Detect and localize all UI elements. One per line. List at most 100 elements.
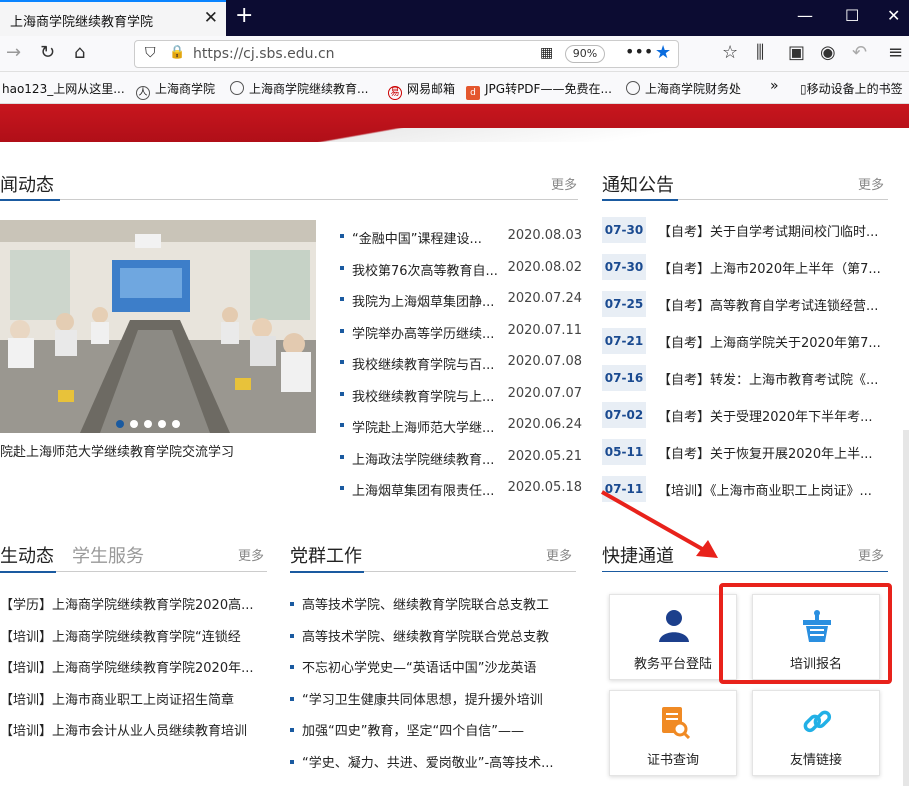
party-item-title[interactable]: 高等技术学院、继续教育学院联合党总支教 bbox=[302, 630, 549, 645]
pocket-icon[interactable]: ☆ bbox=[722, 42, 738, 63]
party-item[interactable]: 高等技术学院、继续教育学院联合总支教工 bbox=[290, 594, 560, 614]
bookmark-sbs[interactable]: 人上海商学院 bbox=[136, 80, 215, 100]
news-item-title[interactable]: 学院赴上海师范大学继... bbox=[352, 417, 502, 436]
bookmark-finance[interactable]: 上海商学院财务处 bbox=[626, 80, 741, 97]
news-item[interactable]: “金融中国”课程建设... 2020.08.03 bbox=[340, 228, 582, 248]
quick-more-link[interactable]: 更多 bbox=[858, 545, 884, 564]
news-item[interactable]: 上海烟草集团有限责任... 2020.05.18 bbox=[340, 480, 582, 500]
party-item[interactable]: 高等技术学院、继续教育学院联合党总支教 bbox=[290, 626, 560, 646]
news-item-title[interactable]: 我院为上海烟草集团静... bbox=[352, 291, 502, 310]
close-window-icon[interactable]: ✕ bbox=[887, 6, 900, 25]
party-item-title[interactable]: “学史、凝力、共进、爱岗敬业”-高等技术... bbox=[302, 756, 554, 771]
account-icon[interactable]: ◉ bbox=[820, 42, 836, 63]
news-item[interactable]: 学院赴上海师范大学继... 2020.06.24 bbox=[340, 417, 582, 437]
news-item[interactable]: 我院为上海烟草集团静... 2020.07.24 bbox=[340, 291, 582, 311]
undo-icon[interactable]: ↶ bbox=[852, 42, 867, 63]
news-item-title[interactable]: 上海政法学院继续教育... bbox=[352, 449, 502, 468]
library-icon[interactable]: ⫼ bbox=[756, 42, 764, 63]
notice-more-link[interactable]: 更多 bbox=[858, 174, 884, 193]
shield-icon[interactable]: ⛉ bbox=[145, 45, 156, 61]
bookmark-hao123[interactable]: hao123_上网从这里... bbox=[2, 80, 125, 97]
party-item-title[interactable]: “学习卫生健康共同体思想，提升援外培训 bbox=[302, 693, 543, 708]
bullet bbox=[290, 665, 294, 669]
party-item-title[interactable]: 高等技术学院、继续教育学院联合总支教工 bbox=[302, 598, 549, 613]
qr-icon[interactable]: ▦ bbox=[540, 45, 553, 61]
news-item[interactable]: 我校第76次高等教育自... 2020.08.02 bbox=[340, 260, 582, 280]
url-text[interactable]: https://cj.sbs.edu.cn bbox=[193, 46, 335, 62]
bookmark-jpg2pdf[interactable]: d JPG转PDF——免费在... bbox=[466, 80, 612, 100]
party-item[interactable]: “学习卫生健康共同体思想，提升援外培训 bbox=[290, 689, 560, 709]
student-item[interactable]: 【培训】上海市会计从业人员继续教育培训 bbox=[0, 720, 258, 740]
notice-item[interactable]: 07-30 【自考】上海市2020年上半年（第7... bbox=[602, 254, 892, 280]
news-item-title[interactable]: 我校第76次高等教育自... bbox=[352, 260, 502, 279]
news-item-title[interactable]: 学院举办高等学历继续... bbox=[352, 323, 502, 342]
party-item[interactable]: “学史、凝力、共进、爱岗敬业”-高等技术... bbox=[290, 752, 560, 772]
chevron-more-icon[interactable]: » bbox=[770, 78, 779, 94]
notice-item-title[interactable]: 【自考】关于自学考试期间校门临时... bbox=[658, 221, 886, 240]
party-item-title[interactable]: 不忘初心学党史—“英语话中国”沙龙英语 bbox=[302, 661, 536, 676]
news-item-title[interactable]: 我校继续教育学院与百... bbox=[352, 354, 502, 373]
party-item-title[interactable]: 加强“四史”教育，坚定“四个自信”—— bbox=[302, 724, 524, 739]
notice-item[interactable]: 07-30 【自考】关于自学考试期间校门临时... bbox=[602, 217, 892, 243]
news-item[interactable]: 我校继续教育学院与百... 2020.07.08 bbox=[340, 354, 582, 374]
news-item-title[interactable]: 我校继续教育学院与上... bbox=[352, 386, 502, 405]
notice-item-title[interactable]: 【自考】关于受理2020年下半年考... bbox=[658, 406, 886, 425]
close-tab-icon[interactable]: ✕ bbox=[204, 8, 218, 28]
divider-accent bbox=[0, 571, 56, 573]
page-actions-icon[interactable]: ••• bbox=[625, 42, 653, 61]
party-more-link[interactable]: 更多 bbox=[546, 545, 572, 564]
reload-icon[interactable]: ↻ bbox=[40, 42, 55, 63]
notice-item-title[interactable]: 【自考】转发：上海市教育考试院《... bbox=[658, 369, 886, 388]
student-item[interactable]: 【培训】上海商学院继续教育学院2020年... bbox=[0, 657, 258, 677]
news-more-link[interactable]: 更多 bbox=[551, 174, 577, 193]
menu-icon[interactable]: ≡ bbox=[888, 42, 903, 63]
news-item[interactable]: 学院举办高等学历继续... 2020.07.11 bbox=[340, 323, 582, 343]
notice-item-title[interactable]: 【自考】高等教育自学考试连锁经营... bbox=[658, 295, 886, 314]
notice-item[interactable]: 07-16 【自考】转发：上海市教育考试院《... bbox=[602, 365, 892, 391]
address-bar[interactable]: ⛉ 🔒 https://cj.sbs.edu.cn ▦ 90% ••• ★ bbox=[134, 40, 679, 68]
browser-tab[interactable]: 上海商学院继续教育学院 ✕ bbox=[0, 0, 226, 36]
party-item[interactable]: 加强“四史”教育，坚定“四个自信”—— bbox=[290, 720, 560, 740]
card-friendly-links[interactable]: 友情链接 bbox=[752, 690, 880, 776]
notice-item-title[interactable]: 【自考】上海市2020年上半年（第7... bbox=[658, 258, 886, 277]
student-item[interactable]: 【学历】上海商学院继续教育学院2020高... bbox=[0, 594, 258, 614]
forward-icon[interactable]: → bbox=[6, 42, 21, 63]
card-certificate-query[interactable]: 证书查询 bbox=[609, 690, 737, 776]
party-item[interactable]: 不忘初心学党史—“英语话中国”沙龙英语 bbox=[290, 657, 560, 677]
bookmark-163-mail[interactable]: 易网易邮箱 bbox=[388, 80, 455, 100]
maximize-icon[interactable]: ☐ bbox=[845, 6, 859, 25]
notice-item[interactable]: 07-02 【自考】关于受理2020年下半年考... bbox=[602, 402, 892, 428]
bookmark-sbs-cj[interactable]: 上海商学院继续教育... bbox=[230, 80, 368, 97]
news-item-title[interactable]: 上海烟草集团有限责任... bbox=[352, 480, 502, 499]
bullet bbox=[290, 728, 294, 732]
student-item[interactable]: 【培训】上海商学院继续教育学院“连锁经 bbox=[0, 626, 258, 646]
home-icon[interactable]: ⌂ bbox=[74, 42, 85, 63]
tab-student-services[interactable]: 学生服务 bbox=[72, 542, 144, 568]
notice-item[interactable]: 07-25 【自考】高等教育自学考试连锁经营... bbox=[602, 291, 892, 317]
zoom-level[interactable]: 90% bbox=[565, 45, 605, 63]
photo-caption[interactable]: 院赴上海师范大学继续教育学院交流学习 bbox=[0, 441, 234, 460]
meeting-room-image bbox=[0, 220, 316, 433]
notice-item[interactable]: 05-11 【自考】关于恢复开展2020年上半... bbox=[602, 439, 892, 465]
news-item[interactable]: 我校继续教育学院与上... 2020.07.07 bbox=[340, 386, 582, 406]
scrollbar[interactable] bbox=[903, 430, 909, 786]
bookmark-mobile[interactable]: ▯移动设备上的书签 bbox=[800, 80, 903, 97]
news-item-title[interactable]: “金融中国”课程建设... bbox=[352, 228, 502, 247]
news-item-date: 2020.07.07 bbox=[507, 385, 582, 401]
student-item[interactable]: 【培训】上海市商业职工上岗证招生简章 bbox=[0, 689, 258, 709]
student-more-link[interactable]: 更多 bbox=[238, 545, 264, 564]
news-photo[interactable] bbox=[0, 220, 316, 433]
card-academic-login[interactable]: 教务平台登陆 bbox=[609, 594, 737, 680]
bookmark-star-icon[interactable]: ★ bbox=[655, 42, 671, 63]
new-tab-icon[interactable]: + bbox=[235, 3, 253, 28]
bullet bbox=[340, 391, 344, 396]
notice-item-title[interactable]: 【自考】关于恢复开展2020年上半... bbox=[658, 443, 886, 462]
party-title: 党群工作 bbox=[290, 546, 362, 567]
sidebar-icon[interactable]: ▣ bbox=[788, 42, 805, 63]
news-item[interactable]: 上海政法学院继续教育... 2020.05.21 bbox=[340, 449, 582, 469]
tab-student-news[interactable]: 生动态 bbox=[0, 542, 54, 568]
divider-accent bbox=[0, 199, 60, 201]
notice-item[interactable]: 07-21 【自考】上海商学院关于2020年第7... bbox=[602, 328, 892, 354]
minimize-icon[interactable]: — bbox=[797, 6, 813, 25]
notice-item-title[interactable]: 【自考】上海商学院关于2020年第7... bbox=[658, 332, 886, 351]
